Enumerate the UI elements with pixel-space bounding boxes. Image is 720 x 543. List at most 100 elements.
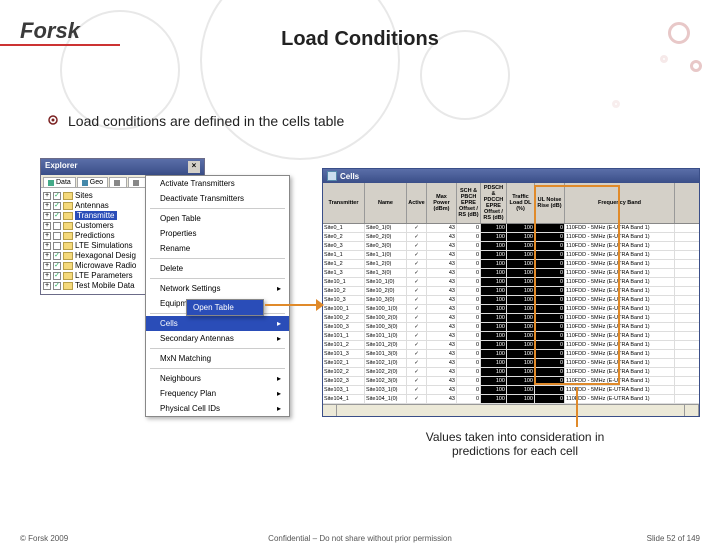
col-max-power[interactable]: Max Power (dBm)	[427, 183, 457, 223]
cell[interactable]: 0	[457, 341, 481, 349]
checkbox[interactable]: ✓	[53, 212, 61, 220]
cell[interactable]: Site1_2	[323, 260, 365, 268]
cell[interactable]: 0	[457, 224, 481, 232]
checkbox[interactable]	[53, 222, 61, 230]
tab-geo[interactable]: Geo	[77, 177, 108, 187]
cell[interactable]: Site10_1	[323, 278, 365, 286]
cell[interactable]: Site103_1	[323, 386, 365, 394]
table-row[interactable]: Site100_3Site100_3(0)✓4301001000110FDD -…	[323, 323, 699, 332]
cell[interactable]: 100	[507, 278, 535, 286]
cell[interactable]: 0	[535, 332, 565, 340]
cell[interactable]: 100	[507, 323, 535, 331]
checkbox[interactable]: ✓	[53, 262, 61, 270]
cell[interactable]: 43	[427, 341, 457, 349]
menu-frequency-plan[interactable]: Frequency Plan▸	[146, 386, 289, 401]
cell[interactable]: 110FDD - 5MHz (E-UTRA Band 1)	[565, 368, 675, 376]
cell[interactable]: 0	[457, 287, 481, 295]
checkbox[interactable]: ✓	[53, 202, 61, 210]
cell[interactable]: ✓	[407, 377, 427, 385]
cell[interactable]: 110FDD - 5MHz (E-UTRA Band 1)	[565, 314, 675, 322]
scroll-left-icon[interactable]	[323, 405, 337, 416]
cell[interactable]: 100	[481, 224, 507, 232]
cell[interactable]: 100	[481, 242, 507, 250]
cell[interactable]: Site1_3	[323, 269, 365, 277]
explorer-titlebar[interactable]: Explorer ×	[41, 159, 204, 175]
cell[interactable]: 100	[481, 359, 507, 367]
cell[interactable]: Site0_2	[323, 233, 365, 241]
menu-neighbours[interactable]: Neighbours▸	[146, 371, 289, 386]
expand-icon[interactable]: +	[43, 242, 51, 250]
cell[interactable]: 0	[535, 359, 565, 367]
cell[interactable]: 110FDD - 5MHz (E-UTRA Band 1)	[565, 323, 675, 331]
table-row[interactable]: Site100_2Site100_2(0)✓4301001000110FDD -…	[323, 314, 699, 323]
expand-icon[interactable]: +	[43, 202, 51, 210]
cell[interactable]: 0	[535, 377, 565, 385]
checkbox[interactable]: ✓	[53, 252, 61, 260]
cell[interactable]: Site10_3	[323, 296, 365, 304]
menu-network-settings[interactable]: Network Settings▸	[146, 281, 289, 296]
cell[interactable]: 110FDD - 5MHz (E-UTRA Band 1)	[565, 305, 675, 313]
tab-data[interactable]: Data	[43, 177, 76, 187]
cell[interactable]: 100	[481, 386, 507, 394]
cell[interactable]: 0	[457, 278, 481, 286]
cell[interactable]: 0	[457, 359, 481, 367]
cell[interactable]: ✓	[407, 305, 427, 313]
col-sch-pbch[interactable]: SCH & PBCH EPRE Offset / RS (dB)	[457, 183, 481, 223]
col-active[interactable]: Active	[407, 183, 427, 223]
cell[interactable]: Site0_3(0)	[365, 242, 407, 250]
cell[interactable]: 110FDD - 5MHz (E-UTRA Band 1)	[565, 233, 675, 241]
cell[interactable]: Site102_1(0)	[365, 359, 407, 367]
cell[interactable]: ✓	[407, 269, 427, 277]
cell[interactable]: 0	[457, 233, 481, 241]
cell[interactable]: 100	[507, 242, 535, 250]
cell[interactable]: 0	[535, 242, 565, 250]
cell[interactable]: ✓	[407, 323, 427, 331]
table-row[interactable]: Site101_2Site101_2(0)✓4301001000110FDD -…	[323, 341, 699, 350]
table-row[interactable]: Site0_3Site0_3(0)✓4301001000110FDD - 5MH…	[323, 242, 699, 251]
cell[interactable]: 43	[427, 278, 457, 286]
cell[interactable]: 0	[535, 305, 565, 313]
cell[interactable]: Site100_1	[323, 305, 365, 313]
table-row[interactable]: Site10_3Site10_3(0)✓4301001000110FDD - 5…	[323, 296, 699, 305]
cell[interactable]: 0	[457, 395, 481, 403]
cell[interactable]: ✓	[407, 332, 427, 340]
table-row[interactable]: Site1_2Site1_2(0)✓4301001000110FDD - 5MH…	[323, 260, 699, 269]
cell[interactable]: 43	[427, 350, 457, 358]
cell[interactable]: ✓	[407, 260, 427, 268]
col-traffic-load[interactable]: Traffic Load DL (%)	[507, 183, 535, 223]
menu-physical-cell-ids[interactable]: Physical Cell IDs▸	[146, 401, 289, 416]
cell[interactable]: 110FDD - 5MHz (E-UTRA Band 1)	[565, 287, 675, 295]
menu-activate-tx[interactable]: Activate Transmitters	[146, 176, 289, 191]
cell[interactable]: 0	[535, 233, 565, 241]
menu-open-table[interactable]: Open Table	[146, 211, 289, 226]
menu-mxn-matching[interactable]: MxN Matching	[146, 351, 289, 366]
cell[interactable]: 100	[481, 287, 507, 295]
cell[interactable]: Site101_2(0)	[365, 341, 407, 349]
cell[interactable]: ✓	[407, 251, 427, 259]
cell[interactable]: 110FDD - 5MHz (E-UTRA Band 1)	[565, 269, 675, 277]
cell[interactable]: 43	[427, 323, 457, 331]
cell[interactable]: Site104_1	[323, 395, 365, 403]
cell[interactable]: 0	[457, 368, 481, 376]
cell[interactable]: Site102_2	[323, 368, 365, 376]
cell[interactable]: 43	[427, 395, 457, 403]
cell[interactable]: Site1_1	[323, 251, 365, 259]
cell[interactable]: 0	[457, 350, 481, 358]
cell[interactable]: ✓	[407, 233, 427, 241]
cell[interactable]: 43	[427, 377, 457, 385]
cell[interactable]: 43	[427, 251, 457, 259]
scroll-right-icon[interactable]	[685, 405, 699, 416]
cell[interactable]: Site102_1	[323, 359, 365, 367]
cell[interactable]: 43	[427, 287, 457, 295]
cell[interactable]: 110FDD - 5MHz (E-UTRA Band 1)	[565, 350, 675, 358]
table-row[interactable]: Site101_3Site101_3(0)✓4301001000110FDD -…	[323, 350, 699, 359]
cell[interactable]: 0	[457, 323, 481, 331]
cell[interactable]: 0	[535, 341, 565, 349]
cell[interactable]: 0	[535, 260, 565, 268]
cell[interactable]: 0	[457, 251, 481, 259]
cell[interactable]: 100	[481, 314, 507, 322]
cell[interactable]: 43	[427, 359, 457, 367]
cell[interactable]: 43	[427, 260, 457, 268]
cell[interactable]: 100	[507, 368, 535, 376]
cell[interactable]: 0	[535, 278, 565, 286]
